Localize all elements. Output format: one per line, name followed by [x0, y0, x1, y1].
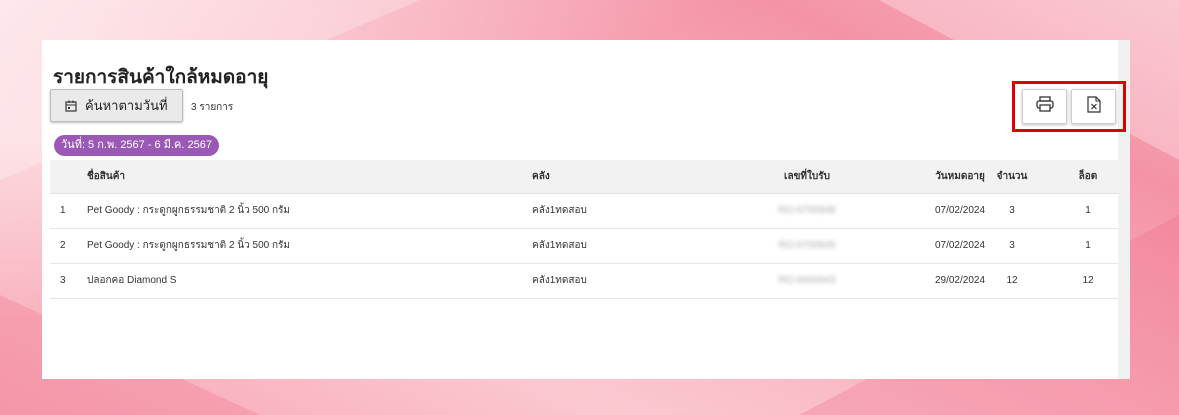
warehouse: คลัง1ทดสอบ — [532, 205, 587, 216]
row-number: 3 — [60, 275, 66, 286]
table-header: ชื่อสินค้า คลัง เลขที่ใบรับ วันหมดอายุ จ… — [50, 160, 1118, 194]
receipt-number: RO-6700948 — [778, 205, 836, 216]
lot: 12 — [1082, 275, 1094, 286]
table-row[interactable]: 2 Pet Goody : กระดูกผูกธรรมชาติ 2 นิ้ว 5… — [50, 229, 1118, 264]
row-number: 2 — [60, 240, 66, 251]
export-excel-button[interactable] — [1071, 89, 1116, 124]
result-count: 3 รายการ — [191, 102, 234, 113]
excel-export-icon — [1086, 95, 1101, 118]
table-row[interactable]: 3 ปลอกคอ Diamond S คลัง1ทดสอบ RO-6600943… — [50, 264, 1118, 299]
page-title: รายการสินค้าใกล้หมดอายุ — [53, 67, 269, 88]
product-name: Pet Goody : กระดูกผูกธรรมชาติ 2 นิ้ว 500… — [87, 240, 291, 251]
warehouse: คลัง1ทดสอบ — [532, 275, 587, 286]
search-by-date-label: ค้นหาตามวันที่ — [85, 98, 168, 113]
search-by-date-button[interactable]: ค้นหาตามวันที่ — [50, 89, 183, 122]
calendar-icon — [65, 100, 77, 112]
printer-icon — [1035, 96, 1054, 117]
date-range-badge: วันที่: 5 ก.พ. 2567 - 6 มี.ค. 2567 — [54, 135, 219, 156]
warehouse: คลัง1ทดสอบ — [532, 240, 587, 251]
table-row[interactable]: 1 Pet Goody : กระดูกผูกธรรมชาติ 2 นิ้ว 5… — [50, 194, 1118, 229]
receipt-number: RO-6600943 — [778, 275, 836, 286]
header-lot[interactable]: ล็อต — [1058, 160, 1118, 193]
header-quantity[interactable]: จำนวน — [982, 160, 1042, 193]
product-name: ปลอกคอ Diamond S — [87, 275, 177, 286]
lot: 1 — [1085, 205, 1091, 216]
lot: 1 — [1085, 240, 1091, 251]
print-button[interactable] — [1022, 89, 1067, 124]
quantity: 12 — [1006, 275, 1018, 286]
product-name: Pet Goody : กระดูกผูกธรรมชาติ 2 นิ้ว 500… — [87, 205, 291, 216]
quantity: 3 — [1009, 205, 1015, 216]
receipt-number: RO-6700945 — [778, 240, 836, 251]
header-product-name[interactable]: ชื่อสินค้า — [87, 160, 125, 193]
expiring-products-table: ชื่อสินค้า คลัง เลขที่ใบรับ วันหมดอายุ จ… — [50, 160, 1118, 299]
row-number: 1 — [60, 205, 66, 216]
quantity: 3 — [1009, 240, 1015, 251]
report-panel: รายการสินค้าใกล้หมดอายุ ค้นหาตามวันที่ 3… — [42, 40, 1130, 379]
header-warehouse[interactable]: คลัง — [532, 160, 550, 193]
header-receipt-no[interactable]: เลขที่ใบรับ — [752, 160, 862, 193]
